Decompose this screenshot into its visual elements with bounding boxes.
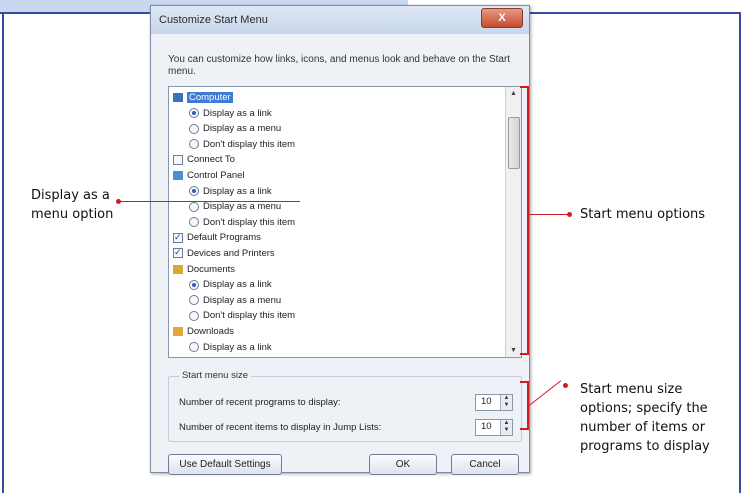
list-item[interactable]: Default Programs (173, 231, 261, 244)
callout-start-menu-size: Start menu size options; specify the num… (580, 382, 710, 454)
list-item-label: Don't display this item (203, 310, 296, 322)
checkbox[interactable] (173, 246, 183, 259)
dialog-description: You can customize how links, icons, and … (168, 54, 511, 77)
title-bar: Customize Start Menu X (151, 6, 529, 34)
list-scrollbar[interactable]: ▲ ▼ (505, 87, 521, 357)
bracket-list-bottom (520, 353, 529, 355)
jump-list-stepper[interactable]: 10 ▲ ▼ (475, 419, 513, 436)
list-item-label: Display as a link (203, 341, 272, 353)
list-item-label: Control Panel (187, 170, 245, 181)
use-default-settings-button[interactable]: Use Default Settings (168, 454, 282, 475)
list-item[interactable]: Downloads (173, 325, 234, 338)
list-item-label: Default Programs (187, 232, 261, 244)
recent-programs-value: 10 (481, 396, 492, 407)
scroll-up-icon[interactable]: ▲ (510, 90, 517, 97)
radio-button[interactable] (189, 342, 199, 353)
start-menu-options-list[interactable]: Computer Display as a link Display as a me… (168, 86, 522, 358)
list-item[interactable]: Documents (173, 263, 235, 276)
documents-icon (173, 264, 183, 274)
list-item-label: Don't display this item (203, 138, 296, 150)
bracket-size-bottom (520, 428, 529, 430)
cancel-button[interactable]: Cancel (451, 454, 519, 475)
jump-list-value: 10 (481, 421, 492, 432)
stepper-arrows-icon[interactable]: ▲ ▼ (500, 395, 512, 410)
list-item-label: Display as a menu (203, 201, 282, 213)
radio-button[interactable] (189, 201, 199, 212)
radio-button[interactable] (189, 295, 199, 306)
scroll-down-icon[interactable]: ▼ (510, 347, 517, 354)
callout-dot-left (116, 199, 121, 204)
list-item[interactable]: Display as a link (189, 185, 272, 198)
list-item-label: Don't display this item (203, 216, 296, 228)
recent-programs-label: Number of recent programs to display: (179, 397, 341, 408)
computer-icon (173, 92, 183, 102)
list-item-label: Documents (187, 263, 236, 275)
list-item-label: Devices and Printers (187, 248, 275, 259)
list-item[interactable]: Display as a link (189, 341, 272, 354)
bracket-list (527, 86, 529, 355)
checkbox[interactable] (173, 231, 183, 244)
list-item[interactable]: Devices and Printers (173, 246, 275, 260)
customize-start-menu-dialog: Customize Start Menu X You can customize… (150, 5, 530, 475)
list-item-label: Display as a link (203, 185, 272, 197)
list-item[interactable]: Display as a menu (189, 294, 281, 307)
downloads-icon (173, 326, 183, 336)
list-item-label: Display as a link (203, 279, 272, 291)
list-item-label: Computer (187, 92, 233, 103)
callout-start-menu-options: Start menu options (580, 207, 706, 222)
close-button[interactable]: X (481, 8, 523, 28)
callout-line-left (118, 201, 300, 202)
list-item[interactable]: Control Panel (173, 169, 245, 182)
list-item[interactable]: Don't display this item (189, 309, 295, 322)
list-item[interactable]: Display as a menu (189, 200, 281, 213)
bracket-size-top (520, 381, 529, 383)
radio-button[interactable] (189, 108, 199, 119)
radio-button[interactable] (189, 123, 199, 134)
list-item[interactable]: Display as a link (189, 107, 272, 120)
list-item[interactable]: Don't display this item (189, 216, 295, 229)
list-item-label: Downloads (187, 326, 234, 337)
ok-button[interactable]: OK (369, 454, 437, 475)
callout-dot-bottom (563, 383, 568, 388)
jump-list-label: Number of recent items to display in Jum… (179, 422, 382, 433)
radio-button[interactable] (189, 139, 199, 150)
list-item[interactable]: Display as a menu (189, 122, 281, 135)
start-menu-size-group: Start menu size Number of recent program… (168, 370, 522, 442)
list-item-label: Connect To (187, 154, 235, 166)
list-item-label: Display as a link (203, 107, 272, 119)
list-item-label: Display as a menu (203, 123, 282, 135)
callout-dot-top (567, 212, 572, 217)
recent-programs-stepper[interactable]: 10 ▲ ▼ (475, 394, 513, 411)
callout-display-as-menu: Display as a menu option (31, 188, 114, 222)
control-panel-icon (173, 170, 183, 180)
bracket-list-top (520, 86, 529, 88)
scroll-thumb[interactable] (508, 117, 520, 169)
callout-line-top (529, 214, 569, 215)
radio-button[interactable] (189, 279, 199, 290)
list-item[interactable]: Connect To (173, 153, 235, 166)
radio-button[interactable] (189, 186, 199, 197)
dialog-title: Customize Start Menu (159, 14, 268, 26)
radio-button[interactable] (189, 310, 199, 321)
stepper-arrows-icon[interactable]: ▲ ▼ (500, 420, 512, 435)
list-item[interactable]: Display as a link (189, 278, 272, 291)
list-item[interactable]: Don't display this item (189, 138, 295, 151)
checkbox[interactable] (173, 154, 183, 165)
size-group-title: Start menu size (179, 370, 251, 381)
list-item-label: Display as a menu (203, 294, 282, 306)
radio-button[interactable] (189, 217, 199, 228)
list-item[interactable]: Computer (173, 91, 233, 104)
